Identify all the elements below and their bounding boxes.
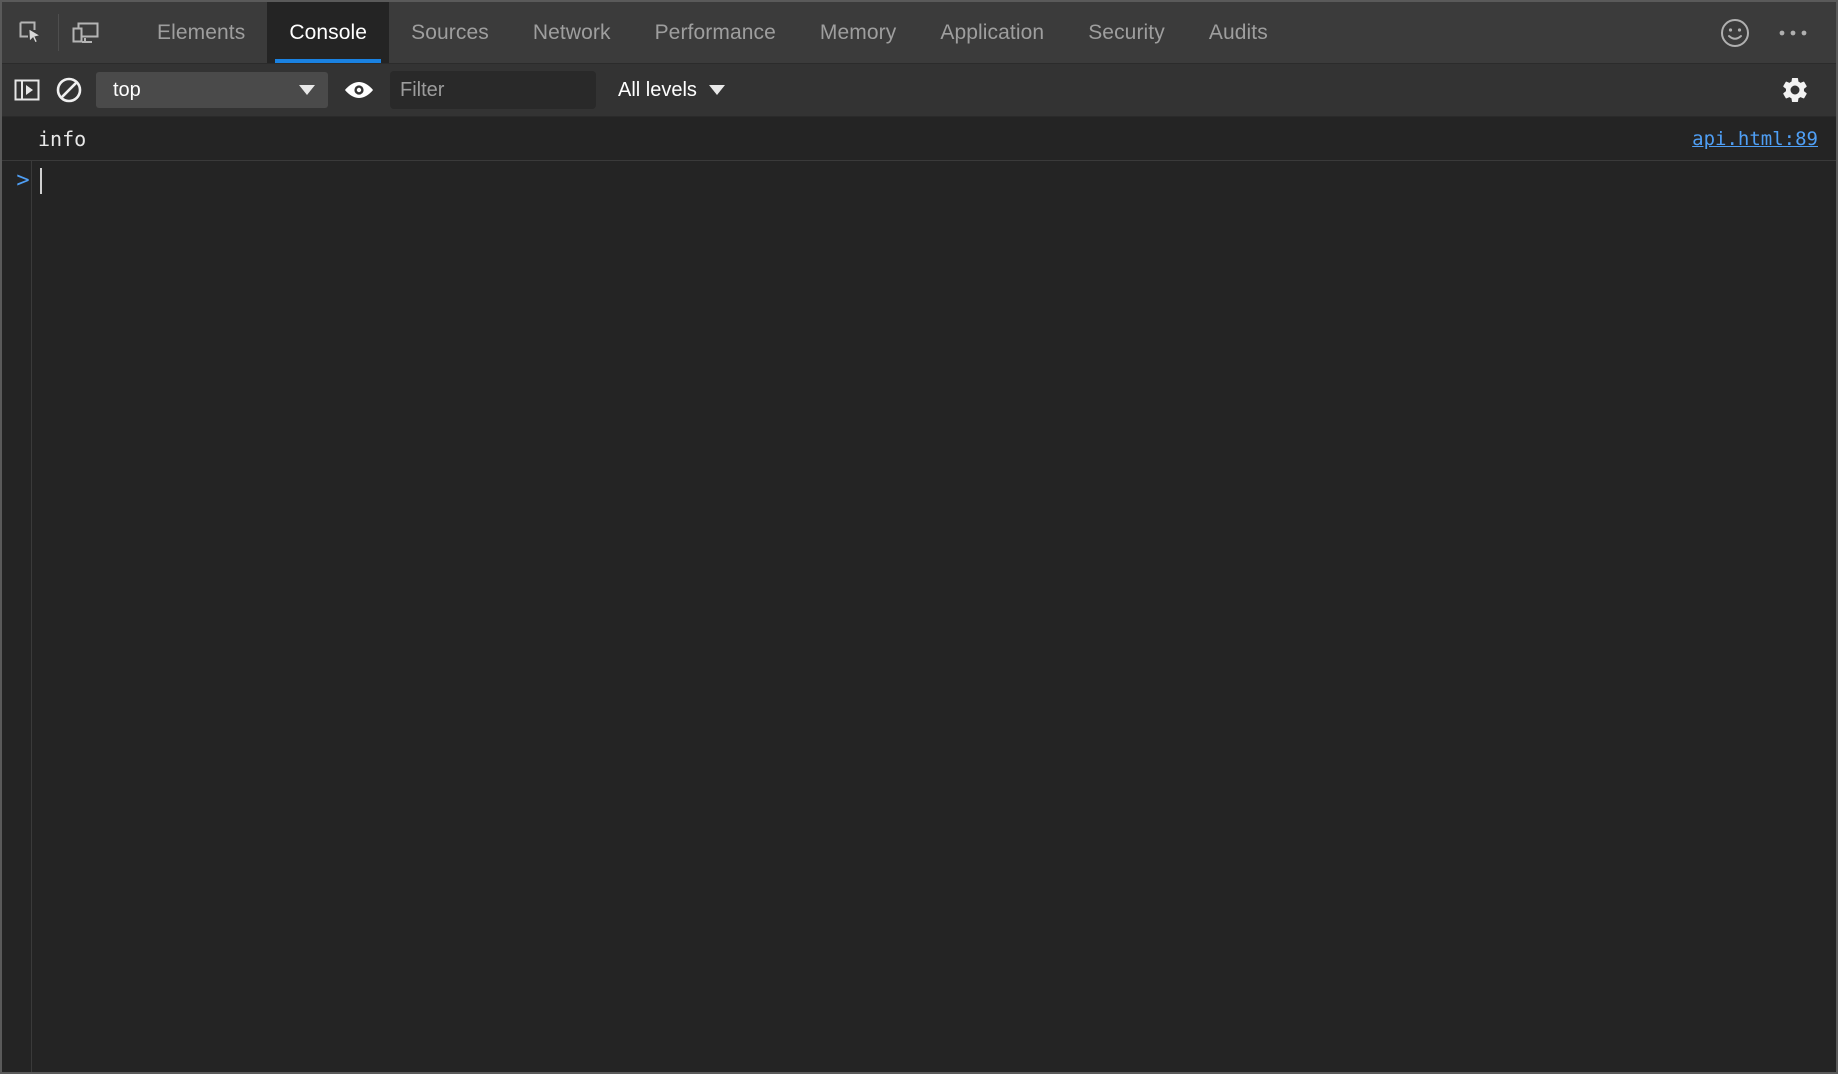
tab-application-label: Application [940,20,1045,44]
tab-sources[interactable]: Sources [389,2,511,63]
show-console-sidebar-icon[interactable] [6,69,48,111]
tab-network-label: Network [532,20,611,44]
tab-audits-label: Audits [1208,20,1268,44]
tab-security[interactable]: Security [1066,2,1187,63]
tab-console-label: Console [289,20,368,44]
tab-sources-label: Sources [411,20,489,44]
tab-performance[interactable]: Performance [633,2,798,63]
show-console-sidebar-icon-glyph [14,79,40,101]
execution-context-value: top [113,78,141,101]
clear-console-icon[interactable] [48,69,90,111]
devtools-tab-bar: Elements Console Sources Network Perform… [2,2,1836,64]
chevron-down-icon [708,85,725,95]
console-gutter-divider [31,117,32,1072]
more-options-icon[interactable] [1764,2,1822,63]
tab-performance-label: Performance [654,20,776,44]
device-toolbar-icon[interactable] [59,2,113,63]
devtools-window: Elements Console Sources Network Perform… [0,0,1838,1074]
smiley-face-icon[interactable] [1706,2,1764,63]
more-options-icon-glyph [1779,30,1807,35]
tab-application[interactable]: Application [918,2,1066,63]
console-toolbar-actions [1774,69,1836,111]
settings-gear-icon[interactable] [1774,69,1816,111]
tab-audits[interactable]: Audits [1187,2,1290,63]
tab-network[interactable]: Network [511,2,633,63]
eye-icon-glyph [345,82,373,98]
tab-elements-label: Elements [157,20,246,44]
log-level-select[interactable]: All levels [612,75,731,106]
tab-elements[interactable]: Elements [135,2,267,63]
tab-console[interactable]: Console [267,2,390,63]
tab-memory-label: Memory [819,20,897,44]
gear-icon-glyph [1783,77,1807,103]
tab-bar-actions [1706,2,1836,63]
inspect-element-icon-glyph [19,21,42,43]
console-message-row[interactable]: info api.html:89 [2,117,1836,161]
clear-console-icon-glyph [56,77,82,103]
console-message-area[interactable]: info api.html:89 > [2,117,1836,1072]
panel-tabs: Elements Console Sources Network Perform… [135,2,1290,63]
execution-context-select[interactable]: top [96,72,328,108]
smiley-face-icon-glyph [1721,18,1749,47]
create-live-expression-icon[interactable] [338,69,380,111]
console-toolbar: top All levels [2,64,1836,117]
filter-input[interactable] [390,71,596,109]
console-prompt-input[interactable] [42,168,1836,194]
chevron-down-icon [299,85,315,95]
inspect-element-icon[interactable] [4,2,58,63]
console-prompt-row[interactable]: > [2,161,1836,201]
console-message-text: info [38,126,87,151]
prompt-arrow-icon: > [16,168,30,193]
tab-security-label: Security [1088,20,1165,44]
tab-memory[interactable]: Memory [798,2,918,63]
tab-active-underline [275,59,382,63]
log-level-label: All levels [618,78,697,101]
console-message-source-link[interactable]: api.html:89 [1692,128,1818,150]
device-toolbar-icon-glyph [72,22,99,43]
